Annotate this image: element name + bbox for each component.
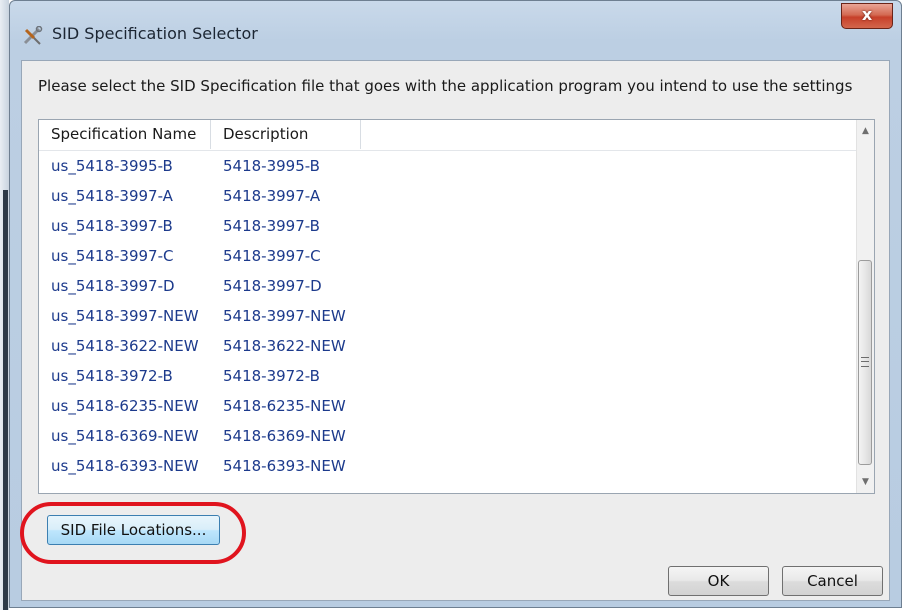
row-spec-name: us_5418-3622-NEW — [51, 337, 199, 355]
row-description: 5418-6235-NEW — [223, 397, 346, 415]
list-row[interactable]: us_5418-3997-C 5418-3997-C — [39, 241, 856, 271]
row-description: 5418-3997-NEW — [223, 307, 346, 325]
row-description: 5418-3972-B — [223, 367, 320, 385]
row-spec-name: us_5418-6393-NEW — [51, 457, 199, 475]
grip-icon — [861, 357, 869, 367]
ok-button[interactable]: OK — [668, 566, 769, 596]
row-description: 5418-3995-B — [223, 157, 320, 175]
tools-icon — [23, 26, 43, 45]
row-spec-name: us_5418-3997-NEW — [51, 307, 199, 325]
row-spec-name: us_5418-6235-NEW — [51, 397, 199, 415]
background-window-edge — [0, 0, 9, 610]
list-row[interactable]: us_5418-6393-NEW 5418-6393-NEW — [39, 451, 856, 481]
close-button[interactable]: x — [841, 3, 893, 29]
scrollbar-thumb[interactable] — [858, 260, 872, 465]
list-header: Specification Name Description — [39, 120, 856, 151]
row-description: 5418-3997-C — [223, 247, 321, 265]
row-description: 5418-3997-B — [223, 217, 320, 235]
list-row[interactable]: us_5418-6235-NEW 5418-6235-NEW — [39, 391, 856, 421]
row-description: 5418-3997-A — [223, 187, 321, 205]
cancel-button[interactable]: Cancel — [782, 566, 883, 596]
window-title: SID Specification Selector — [52, 24, 258, 43]
close-icon: x — [861, 5, 873, 24]
title-bar[interactable]: SID Specification Selector x — [10, 1, 901, 59]
dialog-client-area: Please select the SID Specification file… — [20, 60, 890, 601]
row-spec-name: us_5418-3972-B — [51, 367, 173, 385]
row-description: 5418-6369-NEW — [223, 427, 346, 445]
list-row[interactable]: us_5418-3995-B 5418-3995-B — [39, 151, 856, 181]
sid-file-locations-button[interactable]: SID File Locations... — [47, 515, 220, 545]
dialog-window: SID Specification Selector x Please sele… — [9, 0, 902, 608]
row-spec-name: us_5418-3997-A — [51, 187, 173, 205]
list-row[interactable]: us_5418-3972-B 5418-3972-B — [39, 361, 856, 391]
scroll-down-arrow-icon[interactable]: ▼ — [857, 473, 874, 491]
specification-list[interactable]: Specification Name Description us_5418-3… — [38, 119, 875, 494]
row-spec-name: us_5418-3997-B — [51, 217, 173, 235]
row-description: 5418-6393-NEW — [223, 457, 346, 475]
list-row[interactable]: us_5418-6369-NEW 5418-6369-NEW — [39, 421, 856, 451]
background-window-shadow — [3, 190, 8, 610]
scroll-up-arrow-icon[interactable]: ▲ — [857, 122, 874, 140]
vertical-scrollbar[interactable]: ▲ ▼ — [856, 120, 874, 493]
list-row[interactable]: us_5418-3997-B 5418-3997-B — [39, 211, 856, 241]
list-row[interactable]: us_5418-3997-D 5418-3997-D — [39, 271, 856, 301]
row-description: 5418-3622-NEW — [223, 337, 346, 355]
column-header-specification-name[interactable]: Specification Name — [39, 120, 211, 149]
row-description: 5418-3997-D — [223, 277, 322, 295]
list-row[interactable]: us_5418-3997-A 5418-3997-A — [39, 181, 856, 211]
column-header-description[interactable]: Description — [211, 120, 361, 149]
instruction-text: Please select the SID Specification file… — [38, 77, 853, 95]
row-spec-name: us_5418-3995-B — [51, 157, 173, 175]
list-row[interactable]: us_5418-3997-NEW 5418-3997-NEW — [39, 301, 856, 331]
row-spec-name: us_5418-3997-C — [51, 247, 174, 265]
list-row[interactable]: us_5418-3622-NEW 5418-3622-NEW — [39, 331, 856, 361]
row-spec-name: us_5418-3997-D — [51, 277, 175, 295]
row-spec-name: us_5418-6369-NEW — [51, 427, 199, 445]
list-rows: us_5418-3995-B 5418-3995-B us_5418-3997-A… — [39, 151, 856, 481]
